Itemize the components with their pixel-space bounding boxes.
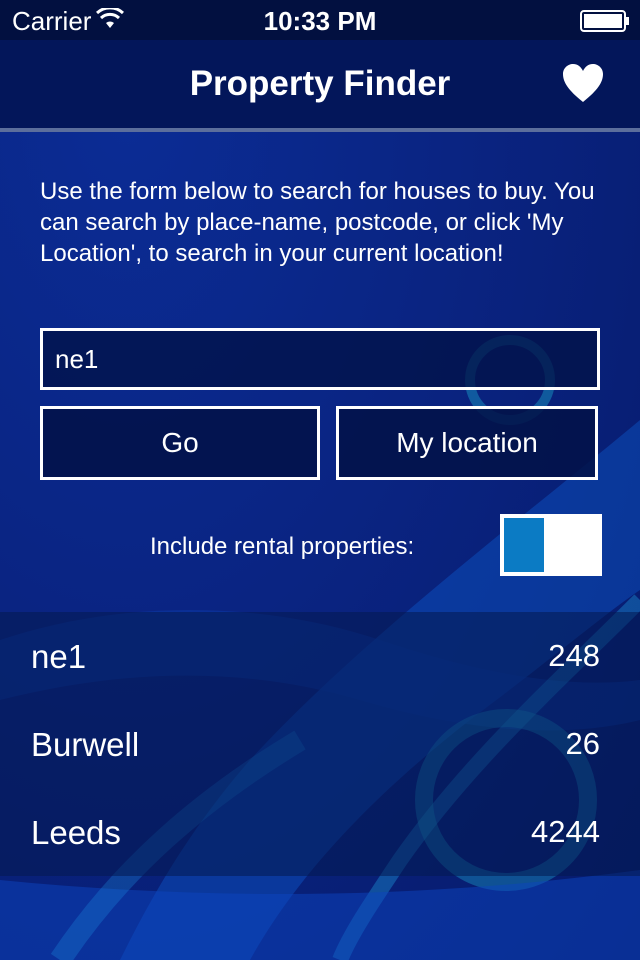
instructions-text: Use the form below to search for houses …	[40, 178, 595, 267]
list-item-count: 4244	[531, 814, 600, 849]
rental-toggle-knob	[504, 518, 544, 572]
recent-searches-list: ne1 248 Burwell 26 Leeds 4244	[0, 612, 640, 876]
search-input[interactable]	[40, 328, 600, 390]
list-item-count: 26	[565, 726, 600, 761]
list-item-count: 248	[548, 638, 600, 673]
status-time: 10:33 PM	[263, 6, 377, 36]
list-item[interactable]: ne1 248	[0, 612, 640, 700]
page-title: Property Finder	[189, 64, 451, 103]
go-button[interactable]: Go	[40, 406, 320, 480]
list-item[interactable]: Leeds 4244	[0, 788, 640, 876]
list-item[interactable]: Burwell 26	[0, 700, 640, 788]
heart-icon[interactable]	[560, 62, 606, 106]
list-item-name: Burwell	[31, 726, 140, 763]
status-bar: Carrier 10:33 PM	[0, 0, 640, 40]
nav-divider	[0, 128, 640, 132]
rental-toggle[interactable]	[500, 514, 602, 576]
rental-toggle-label: Include rental properties:	[150, 533, 415, 560]
navigation-bar: Property Finder	[0, 40, 640, 128]
list-item-name: ne1	[31, 638, 87, 675]
battery-icon	[580, 10, 629, 32]
my-location-button[interactable]: My location	[336, 406, 598, 480]
list-item-name: Leeds	[31, 814, 121, 851]
